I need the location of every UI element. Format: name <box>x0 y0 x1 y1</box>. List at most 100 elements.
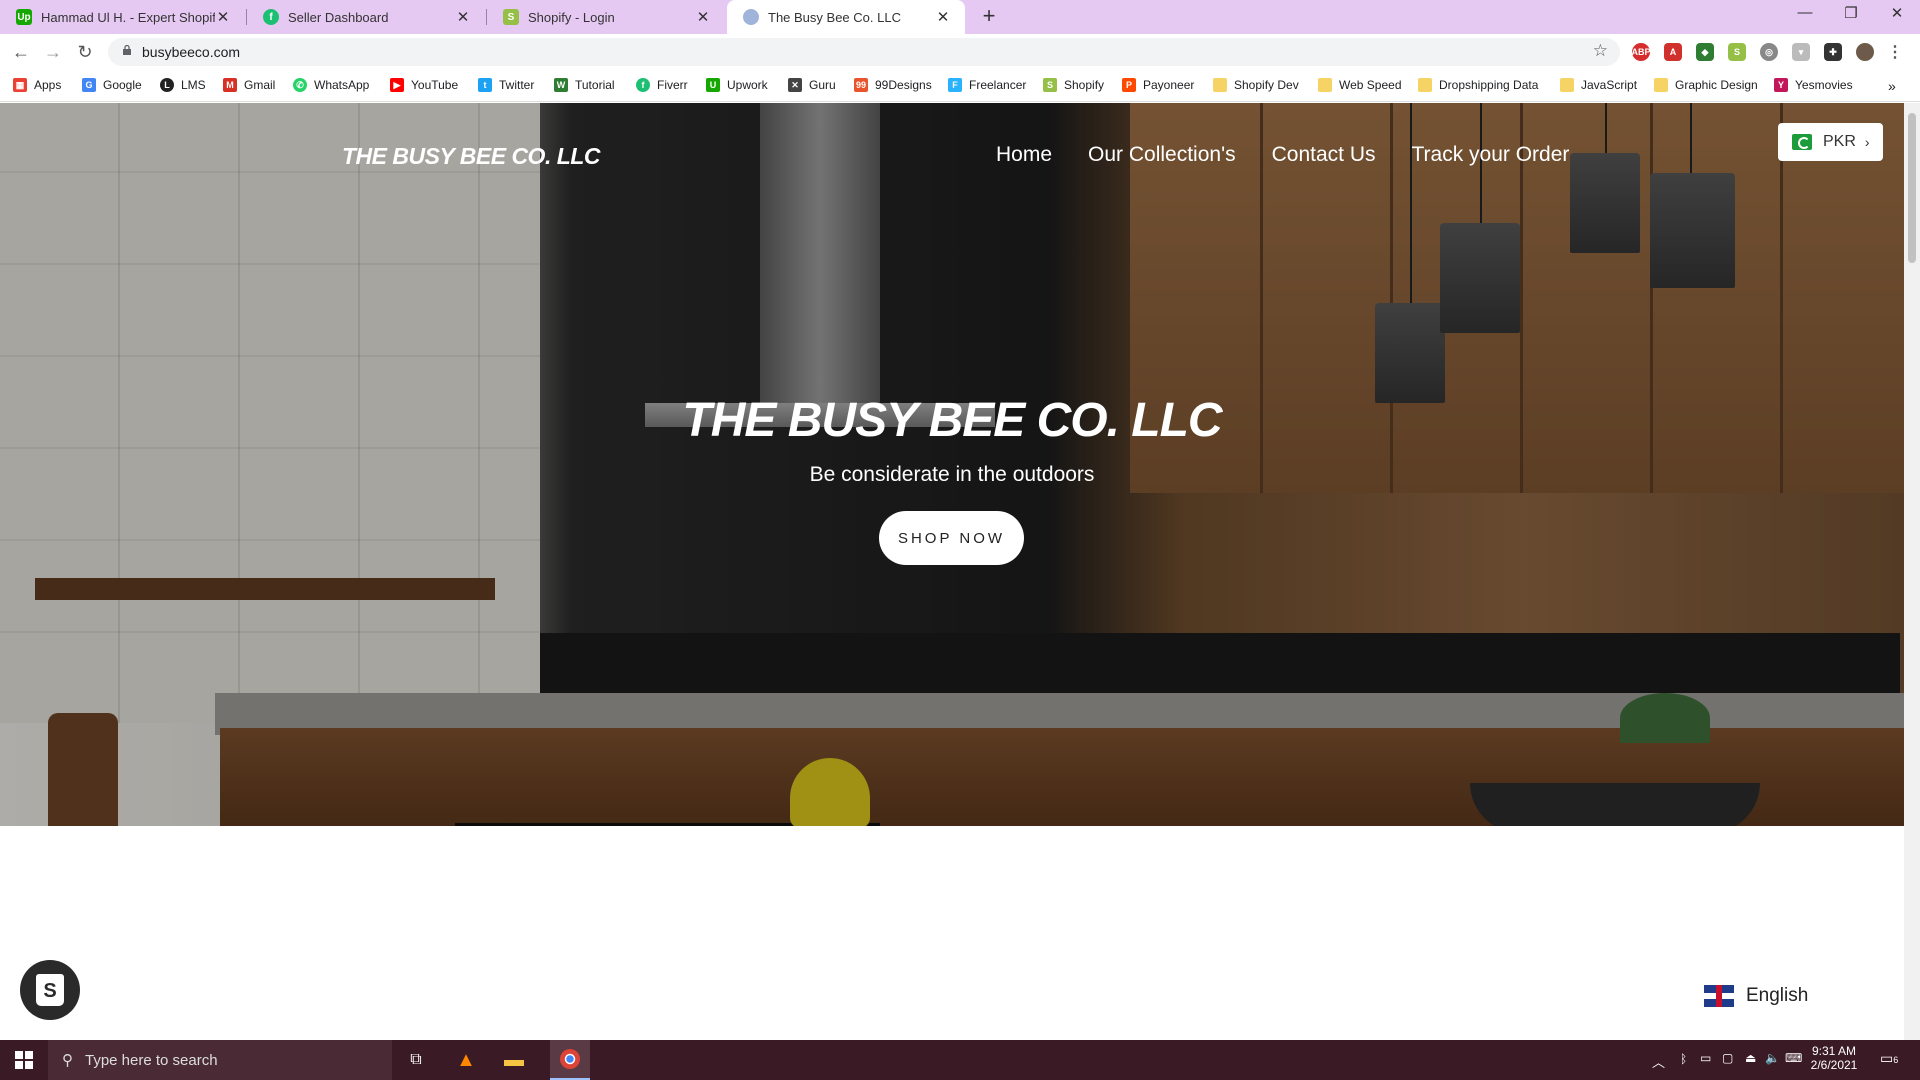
taskbar-search-placeholder: Type here to search <box>85 1051 218 1069</box>
shopify-extension-icon[interactable]: S <box>1728 43 1746 61</box>
nav-contact-us[interactable]: Contact Us <box>1272 143 1376 167</box>
adblock-icon[interactable]: ABP <box>1632 43 1651 61</box>
chrome-icon <box>560 1049 580 1069</box>
close-tab-icon[interactable]: ✕ <box>935 8 951 26</box>
currency-selector[interactable]: PKR › <box>1778 123 1883 161</box>
file-explorer-icon[interactable]: ▬ <box>502 1048 526 1072</box>
bookmark-fiverr[interactable]: f Fiverr <box>636 78 688 92</box>
puzzle-extensions-icon[interactable]: ✚ <box>1824 43 1842 61</box>
bookmark-payoneer[interactable]: P Payoneer <box>1122 78 1194 92</box>
pakistan-flag-icon <box>1792 134 1812 150</box>
bookmark-guru[interactable]: ✕ Guru <box>788 78 836 92</box>
shopify-bag-icon: S <box>36 974 64 1006</box>
page-scrollbar[interactable] <box>1904 103 1920 1040</box>
bookmark-upwork[interactable]: U Upwork <box>706 78 768 92</box>
extension-icon[interactable]: ◎ <box>1760 43 1778 61</box>
nav-our-collections[interactable]: Our Collection's <box>1088 143 1236 167</box>
lock-icon <box>123 45 131 55</box>
language-selector[interactable]: English <box>1704 985 1808 1007</box>
close-window-button[interactable]: ✕ <box>1874 4 1920 28</box>
forward-button[interactable]: → <box>42 41 64 63</box>
profile-avatar[interactable] <box>1856 43 1874 61</box>
notifications-icon[interactable]: ▭6 <box>1880 1050 1898 1067</box>
bluetooth-icon[interactable]: ᛒ <box>1680 1052 1687 1066</box>
browser-tab-active[interactable]: The Busy Bee Co. LLC ✕ <box>727 0 965 34</box>
bookmark-gmail[interactable]: M Gmail <box>223 78 275 92</box>
globe-icon <box>743 9 759 25</box>
fiverr-icon: f <box>636 78 650 92</box>
browser-tab-strip: Up Hammad Ul H. - Expert Shopify, V ✕ f … <box>0 0 1920 34</box>
bookmark-whatsapp[interactable]: ✆ WhatsApp <box>293 78 369 92</box>
bookmark-folder-dropshipping-data[interactable]: Dropshipping Data <box>1418 78 1538 92</box>
twitter-icon: t <box>478 78 492 92</box>
close-tab-icon[interactable]: ✕ <box>455 8 471 26</box>
close-tab-icon[interactable]: ✕ <box>215 8 231 26</box>
close-tab-icon[interactable]: ✕ <box>695 8 711 26</box>
taskbar-search[interactable]: ⚲ Type here to search <box>48 1040 392 1080</box>
maximize-button[interactable]: ❐ <box>1828 4 1874 28</box>
pdf-extension-icon[interactable]: A <box>1664 43 1682 61</box>
bookmarks-overflow-icon[interactable]: » <box>1888 78 1896 94</box>
bookmark-yesmovies[interactable]: Y Yesmovies <box>1774 78 1853 92</box>
clock[interactable]: 9:31 AM 2/6/2021 <box>1808 1044 1860 1072</box>
bookmark-google[interactable]: G Google <box>82 78 142 92</box>
shop-now-button[interactable]: SHOP NOW <box>879 511 1024 565</box>
search-icon: ⚲ <box>62 1052 73 1069</box>
bookmark-99designs[interactable]: 99 99Designs <box>854 78 932 92</box>
minimize-button[interactable]: — <box>1782 4 1828 28</box>
keyboard-icon[interactable]: ⌨ <box>1785 1051 1802 1065</box>
tray-app-icon[interactable]: ▭ <box>1700 1051 1711 1065</box>
main-navigation: Home Our Collection's Contact Us Track y… <box>996 143 1605 167</box>
browser-toolbar: ← → ↻ busybeeco.com ☆ ABP A ◆ S ◎ ▾ ✚ ⋮ <box>0 34 1920 70</box>
site-logo[interactable]: THE BUSY BEE CO. LLC <box>342 143 600 170</box>
extension-icon[interactable]: ◆ <box>1696 43 1714 61</box>
chrome-menu-icon[interactable]: ⋮ <box>1886 43 1904 61</box>
shopify-chat-button[interactable]: S <box>20 960 80 1020</box>
browser-tab[interactable]: S Shopify - Login ✕ <box>487 0 725 34</box>
currency-code: PKR <box>1823 133 1856 150</box>
google-icon: G <box>82 78 96 92</box>
eject-icon[interactable]: ⏏ <box>1745 1051 1756 1065</box>
folder-icon <box>1560 78 1574 92</box>
nav-track-order[interactable]: Track your Order <box>1411 143 1569 167</box>
bookmark-youtube[interactable]: ▶ YouTube <box>390 78 458 92</box>
bookmark-twitter[interactable]: t Twitter <box>478 78 534 92</box>
upwork-icon: Up <box>16 9 32 25</box>
network-icon[interactable]: ▢ <box>1722 1051 1733 1065</box>
start-button[interactable] <box>0 1040 48 1080</box>
windows-taskbar: ⚲ Type here to search ⧉ ▲ ▬ ︿ ᛒ ▭ ▢ ⏏ 🔈 … <box>0 1040 1920 1080</box>
bookmark-shopify[interactable]: S Shopify <box>1043 78 1104 92</box>
bookmark-lms[interactable]: L LMS <box>160 78 206 92</box>
tutorial-icon: W <box>554 78 568 92</box>
gmail-icon: M <box>223 78 237 92</box>
browser-tab[interactable]: f Seller Dashboard ✕ <box>247 0 485 34</box>
bookmarks-bar: ▦ Apps G Google L LMS M Gmail ✆ WhatsApp ▶ You… <box>0 70 1920 102</box>
clock-time: 9:31 AM <box>1811 1044 1857 1058</box>
hero-subtitle: Be considerate in the outdoors <box>809 463 1095 486</box>
nav-home[interactable]: Home <box>996 143 1052 167</box>
bookmark-star-icon[interactable]: ☆ <box>1593 41 1608 61</box>
bookmark-folder-graphic-design[interactable]: Graphic Design <box>1654 78 1758 92</box>
vlc-icon[interactable]: ▲ <box>454 1048 478 1072</box>
new-tab-button[interactable]: + <box>977 5 1001 29</box>
bookmark-folder-javascript[interactable]: JavaScript <box>1560 78 1637 92</box>
bookmark-folder-shopify-dev[interactable]: Shopify Dev <box>1213 78 1299 92</box>
chevron-right-icon: › <box>1864 134 1870 150</box>
task-view-icon[interactable]: ⧉ <box>404 1048 428 1072</box>
reload-button[interactable]: ↻ <box>74 41 96 63</box>
hero-title: THE BUSY BEE CO. LLC <box>682 394 1222 447</box>
whatsapp-icon: ✆ <box>293 78 307 92</box>
browser-tab[interactable]: Up Hammad Ul H. - Expert Shopify, V ✕ <box>0 0 245 34</box>
99designs-icon: 99 <box>854 78 868 92</box>
bookmark-freelancer[interactable]: F Freelancer <box>948 78 1026 92</box>
shield-extension-icon[interactable]: ▾ <box>1792 43 1810 61</box>
bookmark-apps[interactable]: ▦ Apps <box>13 78 61 92</box>
address-bar[interactable]: busybeeco.com ☆ <box>108 38 1620 66</box>
chrome-taskbar-icon[interactable] <box>550 1040 590 1080</box>
scrollbar-thumb[interactable] <box>1908 113 1916 263</box>
bookmark-tutorial[interactable]: W Tutorial <box>554 78 615 92</box>
volume-icon[interactable]: 🔈 <box>1765 1051 1780 1065</box>
back-button[interactable]: ← <box>10 41 32 63</box>
show-hidden-icons[interactable]: ︿ <box>1652 1052 1665 1071</box>
bookmark-folder-web-speed[interactable]: Web Speed <box>1318 78 1402 92</box>
